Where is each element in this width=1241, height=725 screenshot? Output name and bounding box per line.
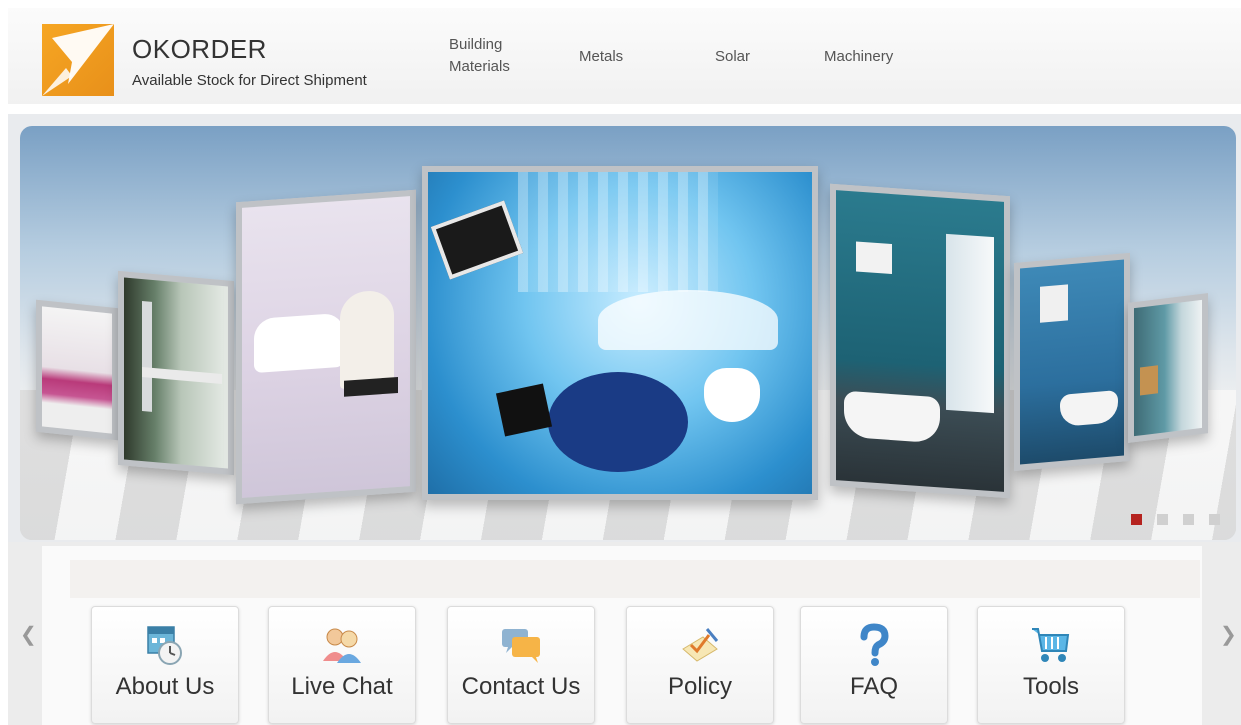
slide-panel-shower-cabin	[1128, 293, 1208, 443]
faq-button[interactable]: FAQ	[800, 606, 948, 724]
nav-building-materials[interactable]: Building Materials	[449, 34, 510, 78]
slide-panel-teal-bathroom	[830, 183, 1010, 499]
tools-label: Tools	[1022, 673, 1080, 700]
brand-name[interactable]: OKORDER	[132, 34, 267, 65]
question-mark-icon	[851, 623, 897, 667]
speech-bubbles-icon	[498, 623, 544, 667]
calendar-clock-icon	[142, 623, 188, 667]
live-chat-label: Live Chat	[291, 673, 393, 700]
hero-banner[interactable]	[20, 126, 1236, 540]
quicklinks-band	[70, 560, 1200, 598]
nav-solar[interactable]: Solar	[715, 46, 750, 68]
shopping-cart-icon	[1028, 623, 1074, 667]
about-us-button[interactable]: About Us	[91, 606, 239, 724]
slider-dot-1[interactable]	[1131, 514, 1142, 525]
nav-machinery[interactable]: Machinery	[824, 46, 893, 68]
contact-us-label: Contact Us	[461, 673, 581, 700]
brand-tagline: Available Stock for Direct Shipment	[132, 72, 367, 89]
live-chat-button[interactable]: Live Chat	[268, 606, 416, 724]
slide-panel-blue-bathroom	[1014, 252, 1130, 472]
checklist-icon	[677, 623, 723, 667]
next-arrow-icon[interactable]: ❯	[1220, 622, 1237, 647]
slide-panel-bathtub	[236, 189, 416, 505]
contact-us-button[interactable]: Contact Us	[447, 606, 595, 724]
site-header: OKORDER Available Stock for Direct Shipm…	[8, 8, 1241, 104]
slider-dot-2[interactable]	[1157, 514, 1168, 525]
slide-panel-faucet	[118, 270, 234, 476]
about-us-label: About Us	[115, 673, 215, 700]
prev-arrow-icon[interactable]: ❮	[20, 622, 37, 647]
slider-dot-3[interactable]	[1183, 514, 1194, 525]
slider-dot-4[interactable]	[1209, 514, 1220, 525]
tools-button[interactable]: Tools	[977, 606, 1125, 724]
faq-label: FAQ	[849, 673, 898, 700]
policy-button[interactable]: Policy	[626, 606, 774, 724]
okorder-logo-icon[interactable]	[42, 24, 114, 96]
policy-label: Policy	[667, 673, 733, 700]
people-chat-icon	[319, 623, 365, 667]
slide-panel-center-bathroom	[422, 166, 818, 500]
slide-panel-living-room	[36, 299, 118, 441]
nav-metals[interactable]: Metals	[579, 46, 623, 68]
